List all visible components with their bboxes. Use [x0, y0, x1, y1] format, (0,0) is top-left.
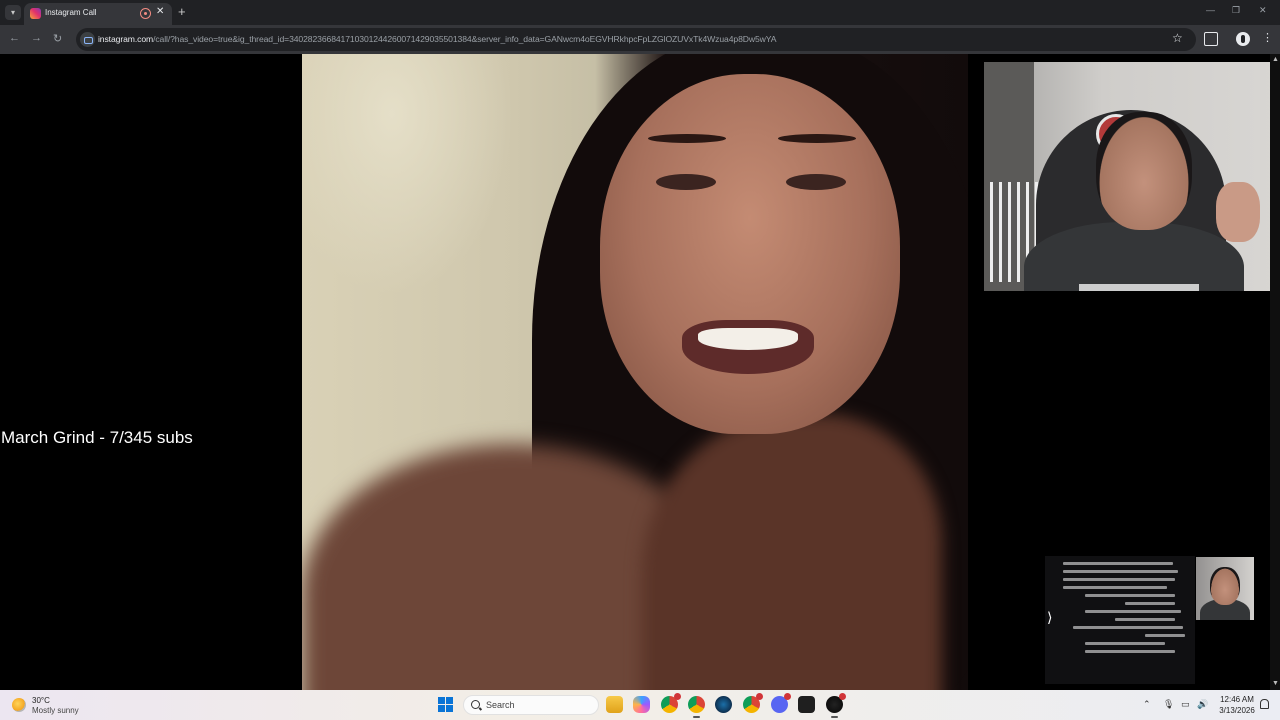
- weather-condition[interactable]: Mostly sunny: [32, 706, 79, 715]
- stream-chat-overlay: [1045, 556, 1195, 684]
- taskbar-search[interactable]: Search: [463, 695, 599, 715]
- streamer-webcam: [984, 62, 1280, 291]
- microphone-icon[interactable]: 🎙: [1163, 699, 1174, 710]
- streamer-small-webcam: [1196, 557, 1254, 620]
- chat-line: [1085, 594, 1175, 597]
- chrome-icon[interactable]: [688, 696, 705, 718]
- notification-badge: [756, 693, 763, 700]
- profile-avatar[interactable]: [1236, 32, 1250, 46]
- reload-button[interactable]: ↻: [53, 32, 62, 45]
- steam-icon[interactable]: [715, 696, 732, 713]
- taskbar-clock-date[interactable]: 3/13/2026: [1216, 706, 1258, 715]
- bookmark-star-icon[interactable]: ☆: [1172, 31, 1183, 45]
- chat-line: [1085, 642, 1165, 645]
- browser-toolbar: ← → ↻ instagram.com/call/?has_video=true…: [0, 25, 1280, 54]
- url-path: /call/?has_video=true&ig_thread_id=34028…: [153, 34, 777, 44]
- notification-bell-icon[interactable]: [1260, 699, 1269, 709]
- webcam-head: [1096, 112, 1192, 230]
- chat-line: [1063, 570, 1178, 573]
- scroll-down-icon[interactable]: ▼: [1272, 680, 1279, 687]
- chevron-right-icon[interactable]: ⟩: [1047, 609, 1052, 626]
- address-bar[interactable]: instagram.com/call/?has_video=true&ig_th…: [76, 28, 1196, 51]
- video-brow-left: [648, 134, 726, 143]
- page-scrollbar[interactable]: [1270, 54, 1280, 690]
- url-text[interactable]: instagram.com/call/?has_video=true&ig_th…: [98, 34, 776, 44]
- instagram-icon: [30, 8, 41, 19]
- discord-icon[interactable]: [771, 693, 791, 713]
- left-black-pane: March Grind - 7/345 subs: [0, 54, 302, 690]
- chrome-profile-icon[interactable]: [661, 693, 681, 713]
- new-tab-button[interactable]: +: [178, 4, 186, 19]
- video-eye-right: [786, 174, 846, 190]
- notification-badge: [674, 693, 681, 700]
- tab-search-button[interactable]: ▾: [5, 5, 21, 20]
- browser-menu-icon[interactable]: ⋮: [1262, 31, 1273, 44]
- search-icon: [471, 700, 480, 709]
- streaming-app-icon[interactable]: [798, 696, 815, 713]
- site-info-icon[interactable]: [80, 32, 95, 47]
- copilot-icon[interactable]: [633, 696, 650, 713]
- chat-line: [1145, 634, 1185, 637]
- webcam-hand: [1216, 182, 1260, 242]
- recording-icon: [140, 8, 151, 19]
- obs-icon[interactable]: [826, 693, 846, 718]
- call-stage: March Grind - 7/345 subs ⟩ ▲ ▼: [0, 54, 1280, 690]
- tab-title: Instagram Call: [45, 8, 97, 17]
- tab-instagram-call[interactable]: Instagram Call ✕: [24, 3, 172, 25]
- forward-button[interactable]: →: [31, 32, 42, 44]
- search-placeholder: Search: [486, 700, 515, 710]
- chat-line: [1125, 602, 1175, 605]
- chat-line: [1073, 626, 1183, 629]
- url-host: instagram.com: [98, 34, 154, 44]
- notification-badge: [839, 693, 846, 700]
- chevron-up-icon[interactable]: ⌃: [1143, 699, 1151, 710]
- stream-overlay-text: March Grind - 7/345 subs: [1, 428, 193, 447]
- weather-icon[interactable]: [12, 698, 26, 712]
- start-button[interactable]: [438, 697, 453, 712]
- chat-line: [1115, 618, 1175, 621]
- active-app-indicator: [693, 716, 700, 718]
- notification-badge: [784, 693, 791, 700]
- video-teeth: [698, 328, 798, 350]
- network-icon[interactable]: ▭: [1181, 699, 1190, 710]
- windows-logo-icon: [438, 697, 445, 704]
- video-eye-left: [656, 174, 716, 190]
- volume-icon[interactable]: 🔊: [1197, 699, 1208, 710]
- chat-line: [1063, 578, 1175, 581]
- taskbar-clock-time[interactable]: 12:46 AM: [1218, 695, 1256, 704]
- chat-line: [1085, 610, 1181, 613]
- chat-line: [1063, 562, 1173, 565]
- maximize-button[interactable]: ❐: [1232, 5, 1240, 16]
- small-webcam-head: [1210, 567, 1240, 605]
- remote-participant-video[interactable]: [302, 54, 968, 690]
- browser-tab-strip: ▾ Instagram Call ✕ + — ❐ ✕: [0, 0, 1280, 25]
- extensions-icon[interactable]: [1204, 32, 1218, 46]
- chrome-alt-profile-icon[interactable]: [743, 693, 763, 713]
- windows-logo-icon: [446, 705, 453, 712]
- close-window-button[interactable]: ✕: [1259, 5, 1267, 16]
- windows-logo-icon: [446, 697, 453, 704]
- webcam-shirt-print: [1079, 284, 1199, 291]
- file-explorer-icon[interactable]: [606, 696, 623, 713]
- windows-taskbar: 30°C Mostly sunny Search ⌃ 🎙 ▭ 🔊 12:46 A…: [0, 690, 1280, 720]
- minimize-button[interactable]: —: [1206, 5, 1215, 15]
- chat-line: [1085, 650, 1175, 653]
- back-button[interactable]: ←: [9, 32, 20, 44]
- chat-line: [1063, 586, 1167, 589]
- active-app-indicator: [831, 716, 838, 718]
- video-mouth: [682, 320, 814, 374]
- windows-logo-icon: [438, 705, 445, 712]
- weather-temp[interactable]: 30°C: [32, 696, 50, 705]
- video-face-shape: [600, 74, 900, 434]
- video-brow-right: [778, 134, 856, 143]
- scroll-up-icon[interactable]: ▲: [1272, 56, 1279, 63]
- close-tab-icon[interactable]: ✕: [156, 6, 164, 17]
